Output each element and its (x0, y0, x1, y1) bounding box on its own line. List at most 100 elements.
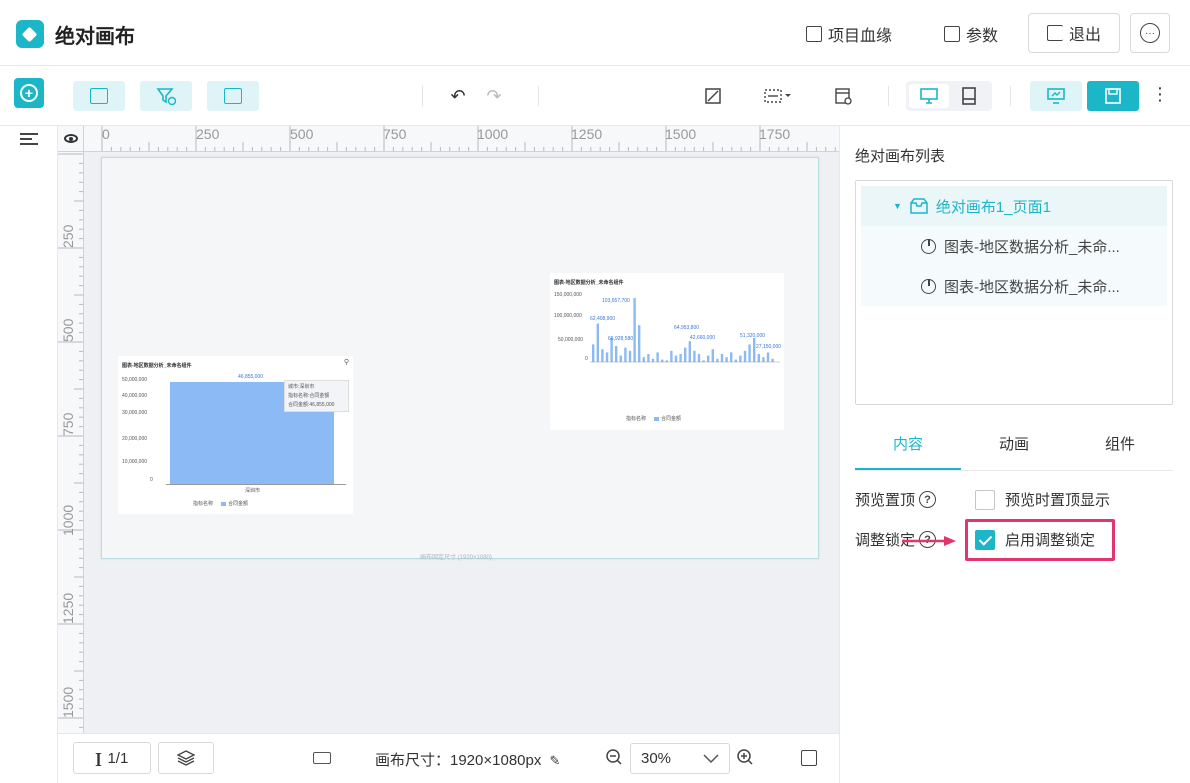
project-lineage-button[interactable]: 项目血缘 (806, 17, 892, 50)
more-options-button[interactable]: ··· (1130, 13, 1170, 53)
desktop-icon (920, 88, 938, 104)
caret-down-icon[interactable]: ▼ (893, 201, 902, 211)
legend-label: 指标名称 (193, 501, 214, 507)
bar-data-label: 46,855,000 (238, 374, 264, 380)
image-add-icon (90, 88, 108, 104)
add-filter-button[interactable] (140, 81, 192, 111)
desktop-view-button[interactable] (909, 84, 949, 108)
ruler-tick: 0 (102, 126, 110, 142)
exit-label: 退出 (1068, 27, 1101, 44)
save-button[interactable] (1087, 81, 1139, 111)
legend-label: 合同金额 (661, 416, 682, 422)
report-add-icon (224, 88, 242, 104)
chart-card-title: 图表-地区数据分析_未命名组件 (122, 363, 192, 369)
exit-icon (1046, 25, 1063, 41)
pie-chart-icon (921, 238, 936, 254)
tree-child-item[interactable]: 图表-地区数据分析_未命... (861, 266, 1167, 306)
property-tabs: 内容 动画 组件 (855, 425, 1173, 471)
page-settings-icon (835, 88, 852, 105)
canvas-size-text: 画布尺寸：1920×1080px (375, 752, 542, 769)
exit-button[interactable]: 退出 (1028, 13, 1120, 53)
edit-pencil-icon[interactable]: ✎ (550, 753, 561, 768)
preview-button[interactable] (1030, 81, 1082, 111)
chart-card-right[interactable]: 图表-地区数据分析_未命名组件 150,000,000 100,000,000 … (550, 273, 784, 430)
zoom-in-icon (737, 749, 753, 765)
canvas-size-note: 画布固定尺寸 (1920×1080) (420, 555, 492, 561)
bar-data-label: 103,657,700 (602, 298, 630, 304)
tab-animation[interactable]: 动画 (961, 425, 1067, 470)
redo-button[interactable]: ↷ (484, 86, 504, 106)
tree-root-label: 绝对画布1_页面1 (935, 198, 1051, 216)
align-icon (764, 89, 791, 103)
pin-icon[interactable]: ⚲ (344, 358, 349, 366)
preview-top-checkbox-row[interactable]: 预览时置顶显示 (975, 489, 1110, 510)
toolbar-divider (1010, 86, 1011, 106)
ruler-tick: 250 (60, 224, 76, 248)
align-dropdown-button[interactable] (762, 86, 792, 106)
page-navigator-button[interactable]: ][ 1/1 (73, 742, 151, 774)
tab-component[interactable]: 组件 (1067, 425, 1173, 470)
more-icon: ··· (1140, 23, 1160, 43)
chart-card-left[interactable]: 图表-地区数据分析_未命名组件 ⚲ 50,000,000 40,000,000 … (118, 356, 353, 514)
clear-format-button[interactable] (703, 86, 723, 106)
chevron-down-icon (703, 753, 719, 763)
page-settings-button[interactable] (833, 86, 853, 106)
ruler-tick: 1500 (60, 686, 76, 718)
app-logo-icon (16, 20, 44, 48)
layers-button[interactable] (158, 742, 214, 774)
zoom-select[interactable]: 30% (630, 743, 730, 774)
left-rail (0, 126, 58, 783)
canvas-size-label: 画布尺寸：1920×1080px ✎ (375, 749, 560, 770)
legend-label: 指标名称 (626, 416, 647, 422)
y-tick: 30,000,000 (122, 410, 148, 416)
ruler-vertical: 250 500 750 1000 1250 1500 (58, 152, 84, 733)
ruler-tick: 250 (196, 126, 220, 142)
zoom-out-button[interactable] (605, 748, 623, 771)
ruler-tick: 1250 (571, 126, 603, 142)
canvas-list-title: 绝对画布列表 (855, 148, 946, 165)
ruler-visibility-toggle[interactable] (58, 126, 84, 152)
toolbar-divider (422, 86, 423, 106)
tooltip-line: 合同金额:46,855,000 (288, 402, 335, 408)
tree-child-item[interactable]: 图表-地区数据分析_未命... (861, 226, 1167, 266)
toolbar-more-button[interactable]: ⋮ (1150, 84, 1170, 108)
y-tick: 20,000,000 (122, 436, 148, 442)
preview-top-row-label: 预览置顶 ? (855, 489, 937, 510)
undo-icon: ↶ (450, 85, 466, 106)
mobile-view-button[interactable] (950, 84, 988, 108)
preview-top-checkbox[interactable] (975, 489, 995, 510)
legend-swatch (654, 417, 659, 421)
ruler-tick: 1000 (477, 126, 509, 142)
outline-toggle-icon[interactable] (20, 133, 38, 149)
preview-icon (1047, 88, 1065, 104)
help-icon[interactable]: ? (919, 491, 937, 508)
mobile-icon (962, 87, 976, 105)
lineage-icon (806, 25, 822, 42)
tab-content[interactable]: 内容 (855, 425, 961, 470)
ruler-tick: 750 (383, 126, 407, 142)
bar-data-label: 42,660,000 (690, 335, 716, 341)
fit-screen-icon[interactable] (801, 750, 817, 766)
ruler-tick: 500 (60, 318, 76, 342)
ruler-horizontal: 0 250 500 750 1000 1250 1500 1750 (84, 126, 839, 152)
zoom-in-button[interactable] (736, 748, 754, 771)
tooltip-line: 指标名称:合同金额 (288, 393, 330, 399)
tree-root-item[interactable]: ▼ 绝对画布1_页面1 (861, 186, 1167, 226)
undo-button[interactable]: ↶ (448, 86, 468, 106)
legend-swatch (221, 502, 226, 506)
params-button[interactable]: 参数 (944, 17, 998, 50)
zoom-value: 30% (641, 750, 672, 767)
add-report-button[interactable] (207, 81, 259, 111)
y-tick: 0 (150, 477, 153, 483)
page-indicator: 1/1 (107, 749, 129, 767)
add-component-button[interactable]: + (14, 78, 44, 108)
bar-data-label: 51,320,000 (740, 333, 766, 339)
add-image-button[interactable] (73, 81, 125, 111)
x-tick: 深圳市 (245, 488, 261, 494)
bar-data-label: 64,953,800 (674, 325, 700, 331)
y-tick: 50,000,000 (122, 377, 148, 383)
ruler-tick: 750 (60, 412, 76, 436)
keyboard-shortcuts-icon[interactable] (313, 752, 331, 764)
right-chart-bars (590, 298, 780, 363)
save-icon (1105, 88, 1121, 104)
